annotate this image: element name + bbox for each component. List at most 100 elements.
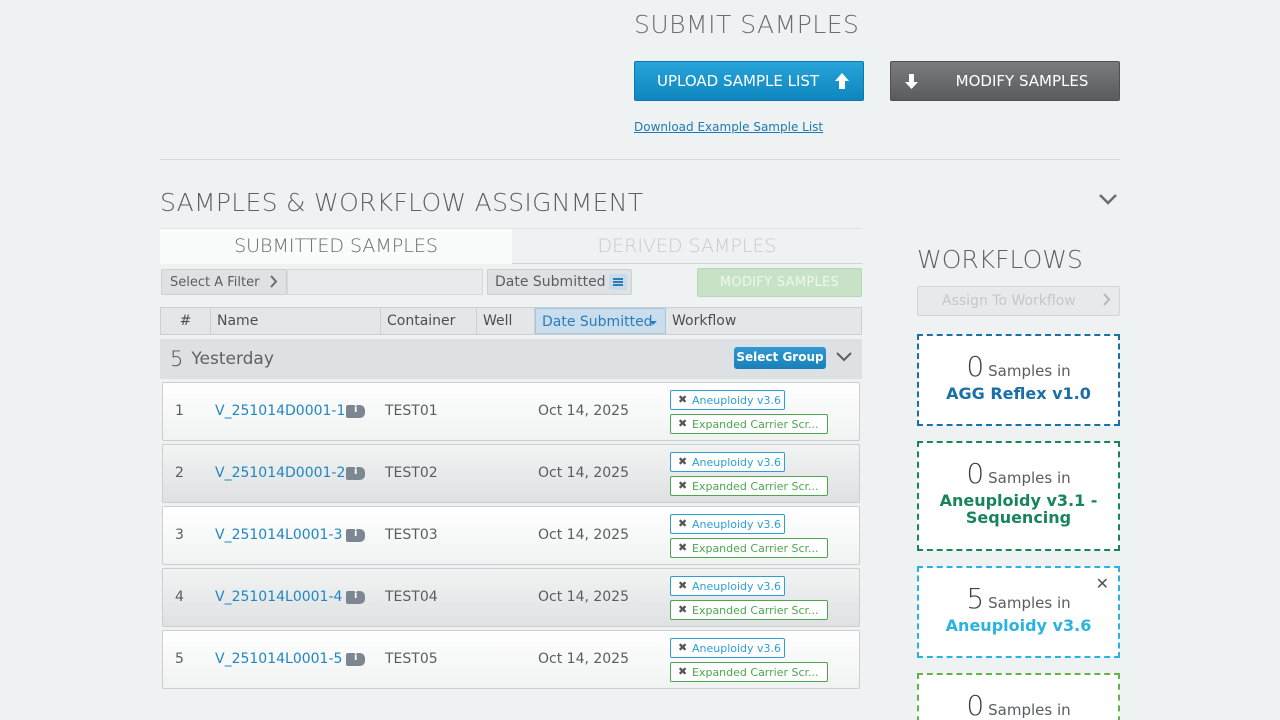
upload-label: UPLOAD SAMPLE LIST [657, 72, 820, 90]
workflow-tag-aneuploidy[interactable]: ✖ Aneuploidy v3.6 [670, 576, 785, 596]
tag-label: Aneuploidy v3.6 [692, 456, 782, 469]
workflow-tag-carrier[interactable]: ✖ Expanded Carrier Scr... [670, 476, 828, 496]
upload-sample-list-button[interactable]: UPLOAD SAMPLE LIST [634, 61, 864, 101]
filter-bar[interactable] [287, 269, 483, 295]
workflow-tag-carrier[interactable]: ✖ Expanded Carrier Scr... [670, 414, 828, 434]
col-date-submitted[interactable]: Date Submitted [535, 308, 666, 334]
info-tag-icon[interactable] [346, 466, 365, 480]
workflow-card-agg-reflex[interactable]: 0 Samples in AGG Reflex v1.0 [917, 334, 1120, 426]
modify-samples-button[interactable]: MODIFY SAMPLES [890, 61, 1120, 101]
container-cell: TEST05 [385, 651, 438, 667]
chevron-right-icon [1103, 293, 1111, 306]
workflow-card-4[interactable]: 0 Samples in [917, 673, 1120, 720]
col-name[interactable]: Name [211, 308, 381, 334]
workflow-samples-label: Samples in [988, 594, 1071, 612]
workflow-tag-carrier[interactable]: ✖ Expanded Carrier Scr... [670, 538, 828, 558]
table-header: # Name Container Well Date Submitted Wor… [160, 307, 862, 335]
workflow-tag-aneuploidy[interactable]: ✖ Aneuploidy v3.6 [670, 514, 785, 534]
sample-name-link[interactable]: V_251014L0001-4 [215, 589, 342, 605]
table-row[interactable]: 2 V_251014D0001-2 TEST02 Oct 14, 2025 ✖ A… [162, 444, 860, 503]
sort-caret-icon [649, 321, 657, 325]
sample-name-link[interactable]: V_251014D0001-1 [215, 403, 345, 419]
workflow-card-aneuploidy-v31[interactable]: 0 Samples in Aneuploidy v3.1 - Sequencing [917, 441, 1120, 551]
remove-icon[interactable]: ✖ [678, 455, 687, 468]
workflow-count: 0 [966, 350, 985, 383]
row-number: 5 [175, 651, 184, 667]
tag-label: Expanded Carrier Scr... [692, 480, 819, 493]
tag-label: Aneuploidy v3.6 [692, 642, 782, 655]
info-tag-icon[interactable] [346, 404, 365, 418]
workflows-title: WORKFLOWS [917, 245, 1083, 274]
workflow-name: Aneuploidy v3.6 [945, 616, 1092, 635]
close-icon[interactable]: ✕ [1096, 574, 1109, 593]
col-workflow[interactable]: Workflow [666, 308, 861, 334]
workflow-tag-aneuploidy[interactable]: ✖ Aneuploidy v3.6 [670, 452, 785, 472]
container-cell: TEST03 [385, 527, 438, 543]
row-number: 2 [175, 465, 184, 481]
table-row[interactable]: 4 V_251014L0001-4 TEST04 Oct 14, 2025 ✖ A… [162, 568, 860, 627]
workflow-samples-label: Samples in [988, 469, 1071, 487]
remove-icon[interactable]: ✖ [678, 641, 687, 654]
divider [160, 159, 1120, 160]
tag-label: Expanded Carrier Scr... [692, 418, 819, 431]
remove-icon[interactable]: ✖ [678, 665, 687, 678]
date-cell: Oct 14, 2025 [538, 403, 629, 419]
remove-icon[interactable]: ✖ [678, 603, 687, 616]
col-container[interactable]: Container [381, 308, 477, 334]
chevron-right-icon [270, 275, 278, 288]
tag-label: Expanded Carrier Scr... [692, 604, 819, 617]
row-number: 3 [175, 527, 184, 543]
table-row[interactable]: 1 V_251014D0001-1 TEST01 Oct 14, 2025 ✖ A… [162, 382, 860, 441]
col-well[interactable]: Well [477, 308, 535, 334]
workflow-count: 0 [966, 689, 985, 720]
sample-name-link[interactable]: V_251014D0001-2 [215, 465, 345, 481]
table-row[interactable]: 3 V_251014L0001-3 TEST03 Oct 14, 2025 ✖ A… [162, 506, 860, 565]
select-group-button[interactable]: Select Group [734, 347, 826, 369]
remove-icon[interactable]: ✖ [678, 479, 687, 492]
workflow-count: 5 [966, 582, 985, 615]
tag-label: Aneuploidy v3.6 [692, 580, 782, 593]
filter-select[interactable]: Select A Filter [161, 269, 287, 295]
chevron-down-icon[interactable] [1098, 192, 1118, 206]
sample-name-link[interactable]: V_251014L0001-5 [215, 651, 342, 667]
row-number: 4 [175, 589, 184, 605]
chevron-down-icon[interactable] [836, 351, 852, 362]
workflow-tag-carrier[interactable]: ✖ Expanded Carrier Scr... [670, 600, 828, 620]
container-cell: TEST04 [385, 589, 438, 605]
modify-samples-disabled-button[interactable]: MODIFY SAMPLES [697, 268, 862, 297]
workflow-tag-carrier[interactable]: ✖ Expanded Carrier Scr... [670, 662, 828, 682]
info-tag-icon[interactable] [346, 652, 365, 666]
tag-label: Expanded Carrier Scr... [692, 666, 819, 679]
table-row[interactable]: 5 V_251014L0001-5 TEST05 Oct 14, 2025 ✖ A… [162, 630, 860, 689]
sample-name-link[interactable]: V_251014L0001-3 [215, 527, 342, 543]
remove-icon[interactable]: ✖ [678, 579, 687, 592]
tab-submitted-samples[interactable]: SUBMITTED SAMPLES [160, 228, 512, 264]
workflow-samples-label: Samples in [988, 362, 1071, 380]
submit-samples-title: SUBMIT SAMPLES [634, 10, 860, 39]
date-cell: Oct 14, 2025 [538, 589, 629, 605]
tag-label: Expanded Carrier Scr... [692, 542, 819, 555]
group-label: Yesterday [191, 349, 274, 369]
date-submitted-filter[interactable]: Date Submitted [487, 269, 632, 295]
workflow-tag-aneuploidy[interactable]: ✖ Aneuploidy v3.6 [670, 390, 785, 410]
workflow-tag-aneuploidy[interactable]: ✖ Aneuploidy v3.6 [670, 638, 785, 658]
tab-derived-samples[interactable]: DERIVED SAMPLES [512, 228, 862, 264]
assign-label: Assign To Workflow [942, 293, 1076, 309]
workflow-card-aneuploidy-v36[interactable]: ✕ 5 Samples in Aneuploidy v3.6 [917, 566, 1120, 658]
workflow-count: 0 [966, 457, 985, 490]
col-number[interactable]: # [161, 308, 211, 334]
remove-icon[interactable]: ✖ [678, 393, 687, 406]
remove-icon[interactable]: ✖ [678, 517, 687, 530]
date-cell: Oct 14, 2025 [538, 527, 629, 543]
group-row: 5 Yesterday Select Group [160, 339, 862, 379]
remove-icon[interactable]: ✖ [678, 417, 687, 430]
remove-icon[interactable]: ✖ [678, 541, 687, 554]
container-cell: TEST01 [385, 403, 438, 419]
info-tag-icon[interactable] [346, 528, 365, 542]
info-tag-icon[interactable] [346, 590, 365, 604]
assign-to-workflow-button[interactable]: Assign To Workflow [917, 286, 1120, 316]
download-example-link[interactable]: Download Example Sample List [634, 120, 823, 134]
filter-label: Select A Filter [170, 275, 260, 290]
tag-label: Aneuploidy v3.6 [692, 518, 782, 531]
list-icon[interactable] [609, 274, 627, 290]
